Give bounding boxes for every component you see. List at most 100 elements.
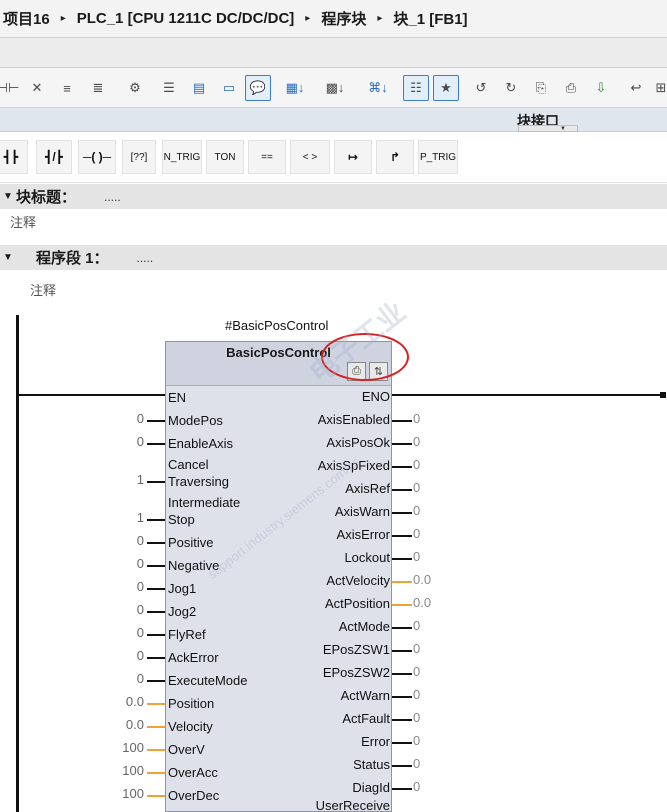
output-pin-wire (392, 558, 412, 560)
output-pin-value[interactable]: 0 (413, 779, 420, 794)
input-pin-value[interactable]: 0 (104, 533, 144, 548)
network-comment[interactable]: 注释 (30, 280, 56, 299)
import-icon[interactable]: ⌘↓ (360, 75, 396, 101)
output-pin-value[interactable]: 0 (413, 641, 420, 656)
input-pin-label-line: Intermediate (168, 495, 241, 510)
input-pin-value[interactable]: 0.0 (104, 717, 144, 732)
output-pin-wire (392, 650, 412, 652)
n-trig-button[interactable]: N_TRIG (162, 140, 202, 174)
input-pin-value[interactable]: 0 (104, 411, 144, 426)
input-pin-value[interactable]: 0 (104, 671, 144, 686)
input-pin-value[interactable]: 1 (104, 472, 144, 487)
monitor-off-icon[interactable]: ⊞ (655, 75, 667, 101)
jump-icon[interactable]: ↻ (500, 75, 522, 101)
cmp-eq-button[interactable]: == (248, 140, 286, 174)
input-pin-value[interactable]: 0 (104, 625, 144, 640)
network-header[interactable]: ▼ 程序段 1： ..... (0, 245, 667, 270)
input-pin-value[interactable]: 100 (104, 740, 144, 755)
output-pin-label: AxisWarn (334, 504, 390, 519)
input-pin-label: Negative (168, 558, 220, 573)
nc-contact-button[interactable]: ┫/┣ (36, 140, 72, 174)
coil-button[interactable]: ─( )─ (78, 140, 116, 174)
output-pin-value[interactable]: 0 (413, 710, 420, 725)
output-pin-wire (392, 443, 412, 445)
interface-splitter[interactable] (518, 125, 578, 132)
abs-display-icon[interactable]: ☰ (158, 75, 180, 101)
output-pin-value[interactable]: 0 (413, 457, 420, 472)
block-title-header[interactable]: ▼ 块标题： ..... (0, 184, 667, 209)
chevron-right-icon: ▸ (60, 13, 66, 24)
output-pin-label: ENO (361, 389, 390, 404)
output-pin-value[interactable]: 0 (413, 434, 420, 449)
block-call-icon[interactable]: ↺ (470, 75, 492, 101)
input-pin-value[interactable]: 1 (104, 510, 144, 525)
network-title-value[interactable]: ..... (137, 251, 154, 265)
monitor-on-icon[interactable]: ↩ (625, 75, 647, 101)
fb-instance-name[interactable]: #BasicPosControl (225, 318, 328, 333)
output-pin-value[interactable]: 0 (413, 733, 420, 748)
output-pin-wire (392, 535, 412, 537)
input-pin-wire (147, 611, 165, 613)
output-pin-value[interactable]: 0 (413, 664, 420, 679)
network-expand-icon[interactable]: ▦↓ (278, 75, 312, 101)
block-title-value[interactable]: ..... (104, 190, 121, 204)
breadcrumb-block[interactable]: 块_1 [FB1] (390, 8, 470, 29)
open-all-icon[interactable]: ☷ (403, 75, 429, 101)
input-pin-value[interactable]: 0 (104, 579, 144, 594)
breadcrumb-program-blocks[interactable]: 程序块 (318, 8, 369, 29)
output-pin-label: ActFault (342, 711, 390, 726)
output-pin-value[interactable]: 0.0 (413, 572, 431, 587)
output-pin-value[interactable]: 0 (413, 411, 420, 426)
go-offline-icon[interactable]: ⎙ (560, 75, 582, 101)
input-pin-label-line: Traversing (168, 474, 229, 489)
input-pin-value[interactable]: 0 (104, 602, 144, 617)
header-band (0, 38, 667, 68)
block-comment[interactable]: 注释 (10, 212, 36, 231)
comment-icon[interactable]: 💬 (245, 75, 271, 101)
output-pin-value[interactable]: 0 (413, 618, 420, 633)
output-pin-value[interactable]: 0.0 (413, 595, 431, 610)
collapse-triangle-icon[interactable]: ▼ (0, 252, 16, 263)
favorites-icon[interactable]: ★ (433, 75, 459, 101)
delete-network-icon[interactable]: ≣ (88, 75, 108, 101)
output-pin-label: AxisError (336, 527, 390, 542)
output-pin-value[interactable]: 0 (413, 687, 420, 702)
input-pin-label: OverDec (168, 788, 220, 803)
output-pin-value[interactable]: 0 (413, 756, 420, 771)
output-pin-label: DiagId (352, 780, 390, 795)
input-pin-wire (147, 703, 165, 705)
delete-contact-icon[interactable]: ✕ (27, 75, 47, 101)
insert-network-icon[interactable]: ≡ (57, 75, 77, 101)
input-pin-value[interactable]: 100 (104, 763, 144, 778)
p-trig-button[interactable]: P_TRIG (418, 140, 458, 174)
monitor-icon[interactable]: ⚙ (124, 75, 146, 101)
breadcrumb-project[interactable]: 项目16 (0, 8, 53, 29)
collapse-triangle-icon[interactable]: ▼ (0, 191, 16, 202)
branch-button[interactable]: ↱ (376, 140, 414, 174)
output-pin-value[interactable]: 0 (413, 503, 420, 518)
input-pin-label: Jog1 (168, 581, 197, 596)
input-pin-label: Position (168, 696, 215, 711)
network-label: 程序段 1： (36, 250, 109, 267)
open-contact-icon[interactable]: ⊣⊢ (0, 75, 19, 101)
input-pin-value[interactable]: 100 (104, 786, 144, 801)
no-contact-button[interactable]: ┫┣ (0, 140, 28, 174)
ton-button[interactable]: TON (206, 140, 244, 174)
breadcrumb-plc[interactable]: PLC_1 [CPU 1211C DC/DC/DC] (74, 10, 298, 27)
output-pin-label: ActWarn (340, 688, 390, 703)
compile-icon[interactable]: ⇩ (590, 75, 612, 101)
input-pin-value[interactable]: 0 (104, 434, 144, 449)
input-pin-value[interactable]: 0.0 (104, 694, 144, 709)
sym-display-icon[interactable]: ▤ (188, 75, 210, 101)
network-collapse-icon[interactable]: ▩↓ (318, 75, 352, 101)
input-pin-value[interactable]: 0 (104, 648, 144, 663)
empty-box-button[interactable]: [??] (122, 140, 156, 174)
jump-button[interactable]: ↦ (334, 140, 372, 174)
cmp-ne-button[interactable]: < > (290, 140, 330, 174)
go-online-icon[interactable]: ⎘ (530, 75, 552, 101)
rung-icon[interactable]: ▭ (218, 75, 240, 101)
input-pin-value[interactable]: 0 (104, 556, 144, 571)
output-pin-value[interactable]: 0 (413, 549, 420, 564)
output-pin-value[interactable]: 0 (413, 526, 420, 541)
output-pin-value[interactable]: 0 (413, 480, 420, 495)
